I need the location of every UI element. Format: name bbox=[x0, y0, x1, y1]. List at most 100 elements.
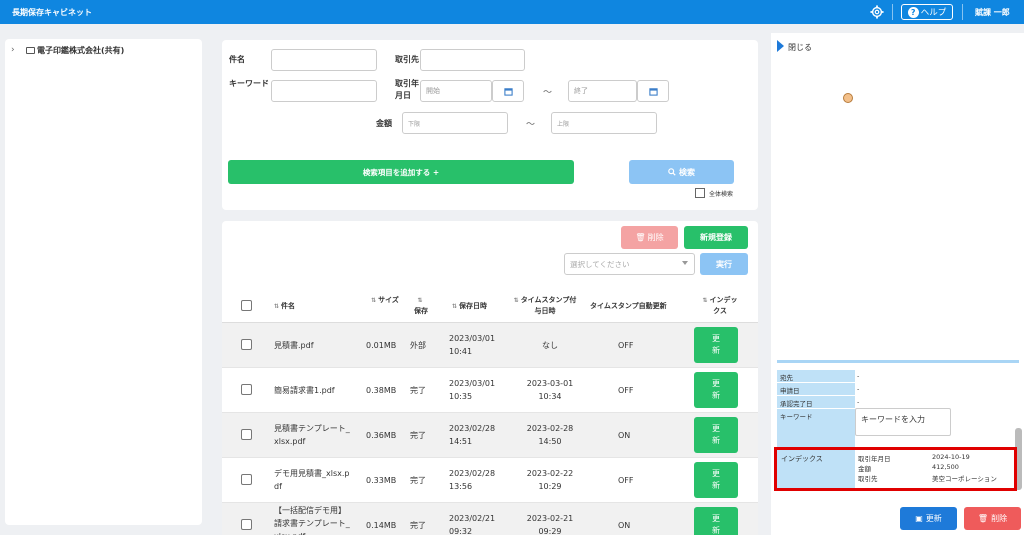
cell-name[interactable]: 【一括配信デモ用】 請求書テンプレート_ xlsx.pdf bbox=[274, 504, 364, 535]
delete-document-label: 削除 bbox=[991, 514, 1008, 523]
folder-sidebar: › 電子印鑑株式会社(共有) bbox=[5, 39, 202, 525]
row-checkbox[interactable] bbox=[241, 519, 252, 530]
add-search-field-button[interactable]: 検索項目を追加する + bbox=[228, 160, 574, 184]
cell-auto-update: ON bbox=[618, 431, 631, 440]
gear-icon[interactable] bbox=[870, 5, 884, 19]
update-label: 更新 bbox=[712, 469, 720, 490]
help-button[interactable]: ? ヘルプ bbox=[901, 4, 953, 20]
prop-key: 宛先 bbox=[777, 370, 855, 382]
update-button-label: 更新 bbox=[925, 514, 942, 523]
sort-icon: ⇅ bbox=[417, 297, 423, 304]
cell-timestamp: 2023-03-01 10:34 bbox=[526, 379, 574, 401]
column-status[interactable]: ⇅保存 bbox=[414, 295, 428, 316]
update-button[interactable]: ▣ 更新 bbox=[900, 507, 957, 530]
row-checkbox[interactable] bbox=[241, 474, 252, 485]
partner-input[interactable] bbox=[420, 49, 525, 71]
tree-item-root[interactable]: 電子印鑑株式会社(共有) bbox=[37, 45, 124, 56]
date-end-input[interactable]: 終了 bbox=[568, 80, 637, 102]
prop-value: - bbox=[857, 385, 860, 393]
user-name[interactable]: 賦課 一郎 bbox=[975, 7, 1010, 18]
search-panel: 件名 取引先 キーワード 取引年月日 開始 〜 終了 金額 下限 〜 上限 検索… bbox=[222, 40, 758, 210]
cell-auto-update: OFF bbox=[618, 341, 634, 350]
sort-icon: ⇅ bbox=[513, 297, 519, 304]
calendar-icon[interactable] bbox=[492, 80, 524, 102]
name-input[interactable] bbox=[271, 49, 377, 71]
cell-timestamp: 2023-02-22 10:29 bbox=[526, 469, 574, 491]
cell-status: 完了 bbox=[410, 431, 426, 440]
update-label: 更新 bbox=[712, 514, 720, 535]
table-row[interactable]: 簡易請求書1.pdf 0.38MB 完了 2023/03/01 10:35 2023-0… bbox=[222, 368, 758, 413]
row-checkbox[interactable] bbox=[241, 429, 252, 440]
column-saved-at[interactable]: ⇅ 保存日時 bbox=[452, 301, 487, 312]
cell-auto-update: ON bbox=[618, 521, 631, 530]
select-all-checkbox[interactable] bbox=[241, 300, 252, 311]
app-title: 長期保存キャビネット bbox=[12, 8, 92, 17]
execute-button[interactable]: 実行 bbox=[700, 253, 748, 275]
keyword-input[interactable] bbox=[271, 80, 377, 102]
chevron-down-icon bbox=[682, 261, 688, 265]
delete-button[interactable]: 🗑 削除 bbox=[621, 226, 678, 249]
fulltext-checkbox[interactable] bbox=[695, 188, 705, 198]
index-update-button[interactable]: 更新 bbox=[694, 462, 738, 498]
cell-saved-at: 2023/02/21 09:32 bbox=[449, 514, 496, 535]
cell-timestamp: 2023-02-21 09:29 bbox=[526, 514, 574, 535]
bulk-action-select[interactable]: 選択してください bbox=[564, 253, 695, 275]
new-register-button[interactable]: 新規登録 bbox=[684, 226, 748, 249]
cell-saved-at: 2023/02/28 13:56 bbox=[449, 469, 496, 491]
sort-icon: ⇅ bbox=[702, 297, 708, 304]
column-name[interactable]: ⇅ 件名 bbox=[274, 301, 295, 312]
close-label[interactable]: 閉じる bbox=[788, 42, 812, 53]
sort-icon: ⇅ bbox=[371, 297, 377, 304]
index-update-button[interactable]: 更新 bbox=[694, 372, 738, 408]
cell-name[interactable]: 見積書テンプレート_ xlsx.pdf bbox=[274, 422, 364, 448]
delete-document-button[interactable]: 🗑 削除 bbox=[964, 507, 1021, 530]
close-arrow-icon[interactable] bbox=[777, 40, 784, 52]
column-auto-update[interactable]: タイムスタンプ自動更新 bbox=[590, 301, 667, 311]
table-row[interactable]: 見積書テンプレート_ xlsx.pdf 0.36MB 完了 2023/02/28 14… bbox=[222, 413, 758, 458]
chevron-right-icon[interactable]: › bbox=[11, 45, 15, 55]
cell-status: 外部 bbox=[410, 341, 426, 350]
folder-icon bbox=[26, 47, 35, 54]
row-checkbox[interactable] bbox=[241, 384, 252, 395]
index-section: インデックス 取引年月日 2024-10-19 金額 412,500 取引先 美… bbox=[774, 447, 1017, 491]
column-timestamp[interactable]: ⇅ タイムスタンプ付与日時 bbox=[512, 295, 578, 316]
delete-button-label: 削除 bbox=[647, 233, 664, 242]
range-separator: 〜 bbox=[543, 88, 553, 98]
prop-value: - bbox=[857, 372, 860, 380]
top-bar: 長期保存キャビネット ? ヘルプ 賦課 一郎 bbox=[0, 0, 1024, 24]
index-update-button[interactable]: 更新 bbox=[694, 327, 738, 363]
index-update-button[interactable]: 更新 bbox=[694, 507, 738, 535]
sort-icon: ⇅ bbox=[452, 303, 458, 310]
cell-name[interactable]: 簡易請求書1.pdf bbox=[274, 384, 364, 397]
cell-size: 0.36MB bbox=[366, 431, 397, 440]
index-item-key: 取引年月日 bbox=[858, 455, 891, 463]
calendar-icon[interactable] bbox=[637, 80, 669, 102]
date-start-input[interactable]: 開始 bbox=[420, 80, 492, 102]
cell-auto-update: OFF bbox=[618, 386, 634, 395]
table-row[interactable]: 【一括配信デモ用】 請求書テンプレート_ xlsx.pdf0.14MB 完了 202… bbox=[222, 503, 758, 535]
amount-max-input[interactable]: 上限 bbox=[551, 112, 657, 134]
update-label: 更新 bbox=[712, 424, 720, 445]
prop-value: - bbox=[857, 398, 860, 406]
preview-icon bbox=[843, 93, 853, 103]
amount-min-input[interactable]: 下限 bbox=[402, 112, 508, 134]
cell-name[interactable]: 見積書.pdf bbox=[274, 339, 364, 352]
partner-label: 取引先 bbox=[395, 55, 419, 64]
cell-size: 0.33MB bbox=[366, 476, 397, 485]
detail-panel: 閉じる 宛先 - 申請日 - 承認完了日 - キーワード キーワードを入力 イン… bbox=[771, 33, 1024, 535]
index-update-button[interactable]: 更新 bbox=[694, 417, 738, 453]
search-button[interactable]: 検索 bbox=[629, 160, 734, 184]
keyword-input[interactable]: キーワードを入力 bbox=[855, 408, 951, 436]
table-row[interactable]: デモ用見積書_xlsx.p df 0.33MB 完了 2023/02/28 13:56… bbox=[222, 458, 758, 503]
column-size[interactable]: ⇅ サイズ bbox=[368, 295, 402, 306]
cell-status: 完了 bbox=[410, 521, 426, 530]
divider bbox=[777, 360, 1019, 363]
table-row[interactable]: 見積書.pdf 0.01MB 外部 2023/03/01 10:41 なし OFF 更新 bbox=[222, 323, 758, 368]
sort-icon: ⇅ bbox=[274, 303, 280, 310]
column-index[interactable]: ⇅ インデックス bbox=[700, 295, 740, 316]
index-item-value: 2024-10-19 bbox=[932, 453, 970, 461]
cell-name[interactable]: デモ用見積書_xlsx.p df bbox=[274, 467, 364, 493]
search-icon bbox=[668, 168, 676, 176]
row-checkbox[interactable] bbox=[241, 339, 252, 350]
cell-size: 0.14MB bbox=[366, 521, 397, 530]
